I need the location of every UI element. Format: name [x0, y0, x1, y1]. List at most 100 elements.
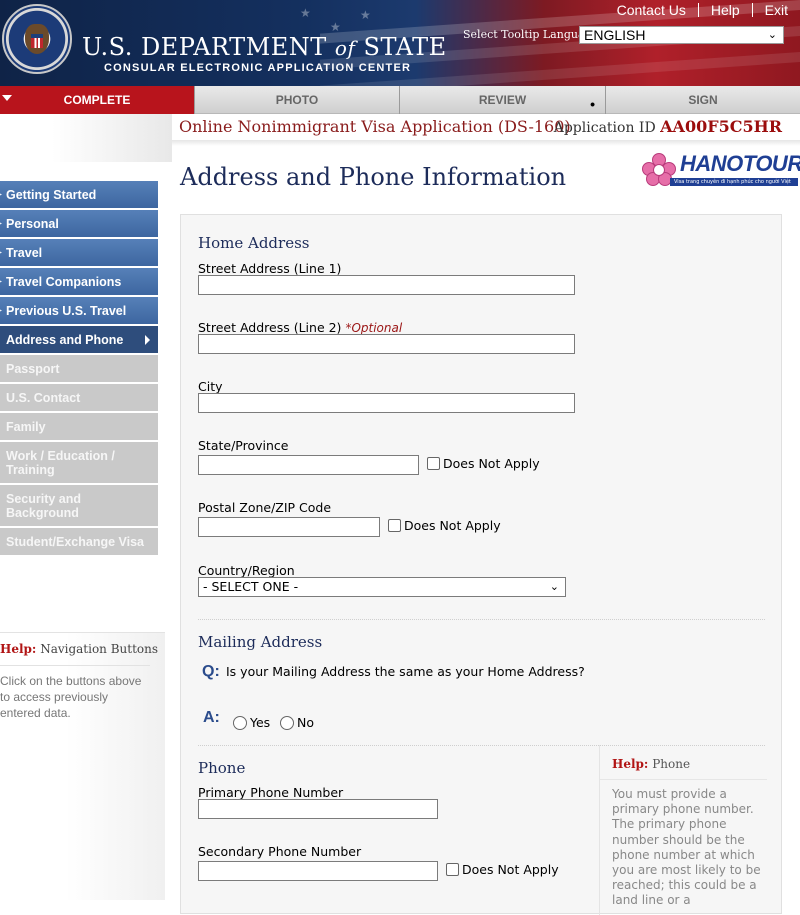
- application-id: Application ID AA00F5C5HR: [554, 117, 782, 136]
- application-id-label: Application ID: [553, 120, 656, 136]
- department-title: U.S. Department of State: [82, 33, 447, 61]
- form-panel: Home Address Street Address (Line 1) Str…: [180, 214, 782, 915]
- divider: [0, 665, 150, 666]
- check-icon: [0, 307, 2, 314]
- help-title: Help: Navigation Buttons: [0, 642, 158, 656]
- help-prefix: Help:: [0, 642, 37, 656]
- secondary-phone-input[interactable]: [198, 861, 438, 881]
- logo-text: HANOTOURS: [680, 151, 800, 176]
- sidebar-item-label: Family: [6, 419, 46, 434]
- checkbox[interactable]: [427, 457, 440, 470]
- street1-label: Street Address (Line 1): [198, 261, 342, 276]
- logo-tagline: Visa trang chuyên đi hạnh phúc cho người…: [670, 178, 798, 186]
- chevron-right-icon: [145, 334, 150, 345]
- primary-phone-label: Primary Phone Number: [198, 785, 344, 800]
- sidebar-item-work-education[interactable]: Work / Education / Training: [0, 442, 158, 483]
- sidebar-item-us-contact[interactable]: U.S. Contact: [0, 384, 158, 411]
- star-icon: ★: [360, 8, 371, 22]
- checkbox[interactable]: [388, 519, 401, 532]
- street2-label-text: Street Address (Line 2): [198, 320, 342, 335]
- department-subtitle: CONSULAR ELECTRONIC APPLICATION CENTER: [104, 62, 412, 74]
- sidebar-item-security-background[interactable]: Security and Background: [0, 485, 158, 526]
- application-title: Online Nonimmigrant Visa Application (DS…: [179, 117, 571, 136]
- chevron-down-icon: ⌄: [767, 29, 777, 41]
- sidebar-item-getting-started[interactable]: Getting Started: [0, 181, 158, 208]
- tab-label: REVIEW: [478, 93, 527, 107]
- optional-marker: *Optional: [345, 321, 403, 335]
- top-links: Contact Us Help Exit: [605, 0, 800, 20]
- mailing-same-yes[interactable]: Yes: [233, 715, 270, 730]
- arrow-down-icon: [2, 95, 12, 101]
- sidebar-item-label: Work / Education / Training: [6, 448, 115, 477]
- tab-sign[interactable]: SIGN: [605, 86, 800, 114]
- radio-button[interactable]: [233, 715, 247, 730]
- street2-label: Street Address (Line 2) *Optional: [198, 320, 402, 335]
- country-select[interactable]: - SELECT ONE - ⌄: [198, 577, 566, 597]
- check-icon: [0, 278, 2, 285]
- primary-phone-input[interactable]: [198, 799, 438, 819]
- exit-link[interactable]: Exit: [753, 2, 800, 18]
- city-input[interactable]: [198, 393, 575, 413]
- tab-review[interactable]: REVIEW •: [399, 86, 605, 114]
- tab-complete[interactable]: COMPLETE: [0, 86, 194, 114]
- radio-label: No: [297, 715, 314, 730]
- mailing-same-no[interactable]: No: [280, 715, 314, 730]
- country-value: - SELECT ONE -: [203, 579, 299, 594]
- sidebar-item-label: Travel Companions: [6, 274, 122, 289]
- dept-title-of: of: [334, 36, 356, 60]
- hanotours-logo: HANOTOURS Visa trang chuyên đi hạnh phúc…: [642, 151, 800, 187]
- tab-photo[interactable]: PHOTO: [194, 86, 399, 114]
- dept-title-part: State: [355, 33, 447, 61]
- sidebar-item-passport[interactable]: Passport: [0, 355, 158, 382]
- postal-label: Postal Zone/ZIP Code: [198, 500, 332, 515]
- sidebar-item-travel[interactable]: Travel: [0, 239, 158, 266]
- radio-button[interactable]: [280, 715, 294, 730]
- phone-help-box: Help: Phone You must provide a primary p…: [599, 745, 767, 915]
- home-address-heading: Home Address: [198, 234, 310, 252]
- chevron-down-icon: ⌄: [549, 580, 559, 593]
- postal-input[interactable]: [198, 517, 380, 537]
- help-title: Help: Phone: [612, 757, 690, 771]
- dot-icon: •: [590, 96, 595, 112]
- progress-tabs: COMPLETE PHOTO REVIEW • SIGN: [0, 86, 800, 114]
- star-icon: ★: [330, 20, 341, 34]
- does-not-apply-label: Does Not Apply: [443, 456, 540, 471]
- divider: [600, 779, 767, 780]
- help-prefix: Help:: [612, 757, 649, 771]
- secondary-phone-does-not-apply[interactable]: Does Not Apply: [446, 862, 559, 877]
- street1-input[interactable]: [198, 275, 575, 295]
- sidebar-item-previous-us-travel[interactable]: Previous U.S. Travel: [0, 297, 158, 324]
- secondary-phone-label: Secondary Phone Number: [198, 844, 362, 859]
- state-does-not-apply[interactable]: Does Not Apply: [427, 456, 540, 471]
- contact-us-link[interactable]: Contact Us: [605, 2, 698, 18]
- sidebar-item-label: Address and Phone: [6, 332, 124, 347]
- sidebar-top-shade: [0, 114, 172, 162]
- check-icon: [0, 220, 2, 227]
- state-department-seal-icon: [2, 4, 72, 74]
- radio-label: Yes: [250, 715, 271, 730]
- state-input[interactable]: [198, 455, 419, 475]
- question-marker: Q:: [202, 663, 220, 680]
- help-link[interactable]: Help: [699, 2, 752, 18]
- sidebar-item-travel-companions[interactable]: Travel Companions: [0, 268, 158, 295]
- help-title-text: Navigation Buttons: [40, 642, 159, 656]
- sidebar-nav: Getting Started Personal Travel Travel C…: [0, 181, 158, 557]
- sidebar-item-family[interactable]: Family: [0, 413, 158, 440]
- sidebar-item-personal[interactable]: Personal: [0, 210, 158, 237]
- help-text: You must provide a primary phone number.…: [612, 787, 761, 908]
- tooltip-language-select[interactable]: ENGLISH ⌄: [579, 26, 784, 44]
- sidebar-item-label: Student/Exchange Visa: [6, 534, 145, 549]
- postal-does-not-apply[interactable]: Does Not Apply: [388, 518, 501, 533]
- page-title: Address and Phone Information: [180, 163, 567, 191]
- sidebar-item-student-exchange[interactable]: Student/Exchange Visa: [0, 528, 158, 555]
- sidebar-item-label: Getting Started: [6, 187, 97, 202]
- shield-icon: [31, 34, 43, 48]
- checkbox[interactable]: [446, 863, 459, 876]
- street2-input[interactable]: [198, 334, 575, 354]
- sidebar-item-address-and-phone[interactable]: Address and Phone: [0, 326, 158, 353]
- check-icon: [0, 191, 2, 198]
- state-label: State/Province: [198, 438, 289, 453]
- city-label: City: [198, 379, 223, 394]
- tab-label: PHOTO: [275, 93, 319, 107]
- header-banner: ★ ★ ★ U.S. Department of State CONSULAR …: [0, 0, 800, 86]
